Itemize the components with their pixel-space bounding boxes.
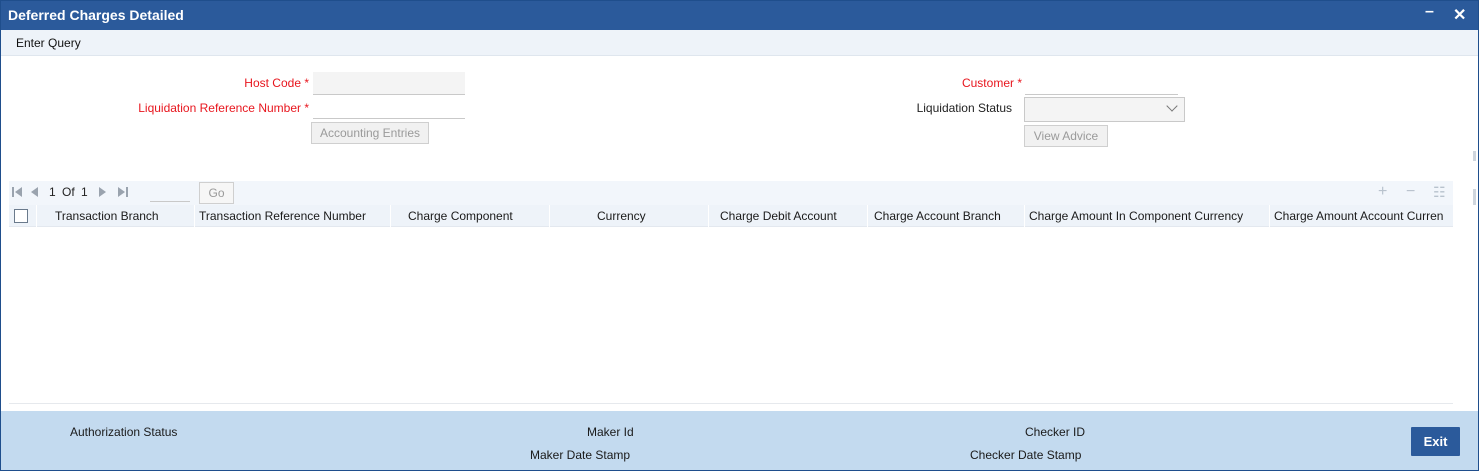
column-transaction-reference-number[interactable]: Transaction Reference Number: [199, 209, 389, 223]
customer-label: Customer *: [961, 76, 1022, 90]
go-button[interactable]: Go: [199, 182, 234, 204]
next-page-icon[interactable]: [99, 187, 110, 198]
grid-header: Transaction Branch Transaction Reference…: [9, 205, 1453, 227]
add-row-icon[interactable]: +: [1378, 183, 1387, 201]
customer-field[interactable]: [1025, 72, 1178, 95]
scrollbar-track[interactable]: [1473, 151, 1476, 161]
deferred-charges-window: Deferred Charges Detailed – ✕ Enter Quer…: [0, 0, 1479, 471]
grid-body-bottom-divider: [9, 403, 1453, 404]
maker-id-label: Maker Id: [587, 425, 634, 439]
column-charge-amount-account-currency[interactable]: Charge Amount Account Curren: [1274, 209, 1453, 223]
window-title: Deferred Charges Detailed: [8, 7, 184, 23]
column-charge-amount-component-currency[interactable]: Charge Amount In Component Currency: [1029, 209, 1274, 223]
accounting-entries-button[interactable]: Accounting Entries: [311, 122, 429, 144]
title-bar: Deferred Charges Detailed – ✕: [1, 1, 1478, 30]
view-advice-button[interactable]: View Advice: [1024, 125, 1108, 147]
enter-query-menu-item[interactable]: Enter Query: [16, 36, 81, 50]
authorization-status-label: Authorization Status: [70, 425, 178, 439]
exit-button[interactable]: Exit: [1411, 427, 1460, 456]
column-charge-debit-account[interactable]: Charge Debit Account: [720, 209, 870, 223]
liquidation-reference-field[interactable]: [313, 96, 465, 119]
grid-toolbar: 1 Of 1 Go + − ☷: [9, 181, 1453, 205]
minimize-icon[interactable]: –: [1425, 3, 1434, 21]
column-charge-account-branch[interactable]: Charge Account Branch: [874, 209, 1024, 223]
chevron-down-icon: [1166, 100, 1178, 112]
current-page-number: 1: [49, 185, 56, 199]
liquidation-status-select[interactable]: [1024, 97, 1185, 122]
audit-footer: Authorization Status Maker Id Maker Date…: [1, 411, 1478, 470]
single-view-icon[interactable]: ☷: [1433, 184, 1446, 201]
column-charge-component[interactable]: Charge Component: [408, 209, 548, 223]
page-number-input[interactable]: [150, 184, 190, 202]
menu-bar: Enter Query: [1, 30, 1478, 56]
liquidation-reference-label: Liquidation Reference Number *: [138, 101, 309, 115]
last-page-icon[interactable]: [118, 187, 129, 198]
maker-date-stamp-label: Maker Date Stamp: [530, 448, 631, 462]
total-pages: 1: [81, 185, 88, 199]
delete-row-icon[interactable]: −: [1406, 183, 1415, 201]
checker-date-stamp-label: Checker Date Stamp: [970, 448, 1082, 462]
liquidation-status-label: Liquidation Status: [916, 101, 1012, 115]
close-icon[interactable]: ✕: [1453, 5, 1466, 25]
column-currency[interactable]: Currency: [597, 209, 677, 223]
column-transaction-branch[interactable]: Transaction Branch: [55, 209, 195, 223]
host-code-field[interactable]: [313, 72, 465, 95]
scrollbar-thumb[interactable]: [1473, 189, 1476, 205]
prev-page-icon[interactable]: [31, 187, 42, 198]
first-page-icon[interactable]: [12, 187, 23, 198]
checker-id-label: Checker ID: [1025, 425, 1086, 439]
of-label: Of: [62, 185, 75, 199]
select-all-checkbox[interactable]: [14, 209, 28, 223]
host-code-label: Host Code *: [244, 76, 309, 90]
